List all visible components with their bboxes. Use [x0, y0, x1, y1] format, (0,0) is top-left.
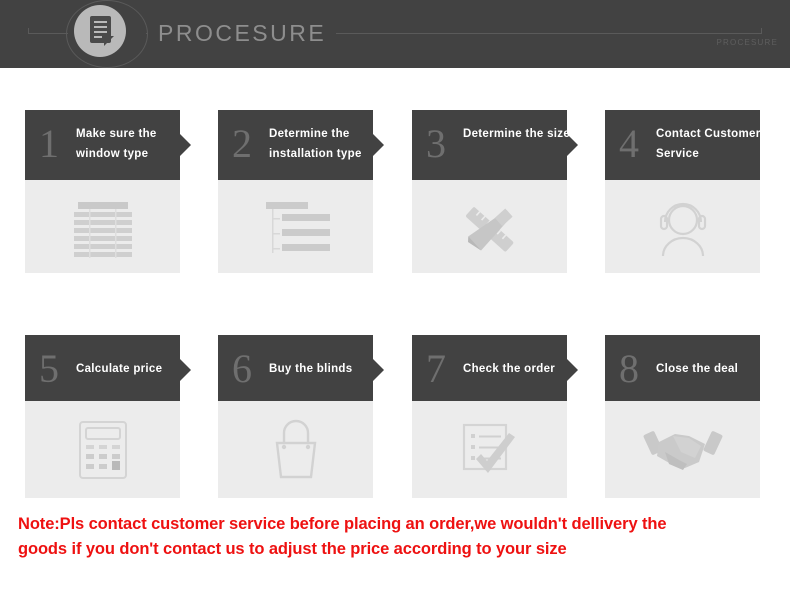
- step-card-8-header: 8 Close the deal: [605, 335, 760, 401]
- step-card-6-body: [218, 401, 373, 498]
- step-card-5[interactable]: 5 Calculate price: [25, 335, 191, 498]
- step-card-4-title: Contact Customer Service: [656, 128, 760, 160]
- order-warning-note-line-2: goods if you don't contact us to adjust …: [18, 540, 567, 558]
- step-card-1-number: 1: [39, 121, 59, 166]
- step-card-2-header: 2 Determine the installation type: [218, 110, 373, 180]
- document-icon-line-3: [94, 31, 107, 33]
- step-card-1-body: [25, 180, 180, 273]
- customer-service-headset-icon: [605, 180, 760, 277]
- step-card-8-body: [605, 401, 760, 498]
- step-card-6[interactable]: 6 Buy the blinds: [218, 335, 384, 498]
- step-card-8[interactable]: 8 Close the deal: [605, 335, 760, 498]
- step-card-3-header: 3 Determine the size: [412, 110, 570, 180]
- page-banner: PROCESURE PROCESURE: [0, 0, 790, 68]
- step-card-2-number: 2: [232, 121, 252, 166]
- order-warning-note-line-1: Note:Pls contact customer service before…: [18, 515, 667, 533]
- step-card-6-header: 6 Buy the blinds: [218, 335, 373, 401]
- step-card-5-title: Calculate price: [76, 363, 163, 375]
- document-icon-line-1: [94, 21, 107, 23]
- step-card-6-title: Buy the blinds: [269, 363, 353, 375]
- banner-divider-tick-right: [761, 28, 762, 34]
- step-card-2[interactable]: 2 Determine the installation type: [218, 110, 384, 273]
- step-card-1[interactable]: 1 Make sure the window type: [25, 110, 191, 273]
- step-card-4-header: 4 Contact Customer Service: [605, 110, 760, 180]
- calculator-icon: [25, 401, 180, 498]
- step-card-1-title: Make sure the window type: [76, 128, 157, 160]
- step-card-3-body: [412, 180, 567, 273]
- page-title: PROCESURE: [148, 17, 337, 49]
- order-warning-note: Note:Pls contact customer service before…: [18, 512, 778, 562]
- document-icon-line-2: [94, 26, 107, 28]
- step-card-7-number: 7: [426, 346, 446, 391]
- step-card-2-title: Determine the installation type: [269, 128, 362, 160]
- step-card-5-number: 5: [39, 346, 59, 391]
- installation-tree-icon: [218, 180, 373, 277]
- banner-subtitle: PROCESURE: [716, 38, 778, 47]
- step-card-2-body: [218, 180, 373, 273]
- step-card-4-body: [605, 180, 760, 273]
- checklist-check-icon: [412, 401, 567, 498]
- step-card-6-number: 6: [232, 346, 252, 391]
- step-card-8-number: 8: [619, 346, 639, 391]
- step-card-3[interactable]: 3 Determine the size: [412, 110, 578, 273]
- handshake-icon: [605, 401, 760, 498]
- step-card-5-body: [25, 401, 180, 498]
- step-card-3-title: Determine the size: [463, 128, 571, 140]
- step-card-1-header: 1 Make sure the window type: [25, 110, 180, 180]
- ruler-pencil-icon: [412, 180, 567, 277]
- steps-row-1: 1 Make sure the window type 2 Determine …: [0, 110, 790, 290]
- step-card-7-body: [412, 401, 567, 498]
- step-card-7-title: Check the order: [463, 363, 556, 375]
- shopping-bag-icon: [218, 401, 373, 498]
- banner-divider-tick-left: [28, 28, 29, 34]
- step-card-7[interactable]: 7 Check the order: [412, 335, 578, 498]
- steps-row-2: 5 Calculate price 6 Buy the blinds 7 Che…: [0, 335, 790, 515]
- step-card-8-title: Close the deal: [656, 363, 739, 375]
- step-card-5-header: 5 Calculate price: [25, 335, 180, 401]
- step-card-7-header: 7 Check the order: [412, 335, 567, 401]
- document-icon-line-4: [94, 36, 102, 38]
- window-blinds-icon: [25, 180, 180, 277]
- step-card-4[interactable]: 4 Contact Customer Service: [605, 110, 760, 273]
- step-card-4-number: 4: [619, 121, 639, 166]
- step-card-3-number: 3: [426, 121, 446, 166]
